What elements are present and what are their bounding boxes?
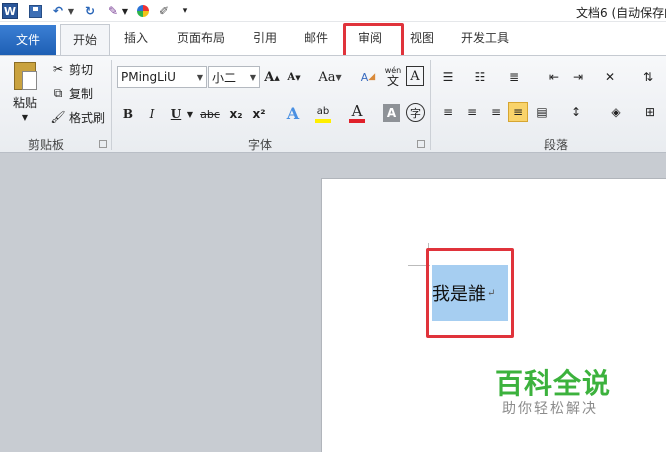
change-case-label: Aa bbox=[318, 69, 336, 85]
clipboard-group-label: 剪贴板 bbox=[27, 138, 64, 152]
phonetic-guide-button[interactable]: wén 文 bbox=[383, 64, 403, 88]
multilevel-list-icon[interactable]: ≣ bbox=[504, 67, 524, 87]
format-painter-button[interactable]: 🖌 格式刷 bbox=[50, 108, 110, 126]
italic-button[interactable]: I bbox=[143, 104, 161, 124]
cut-button[interactable]: ✂ 剪切 bbox=[50, 60, 100, 78]
copy-label: 复制 bbox=[69, 86, 94, 101]
font-size-select[interactable]: 小二 ▼ bbox=[208, 66, 260, 88]
change-case-button[interactable]: Aa ▼ bbox=[318, 68, 342, 86]
numbering-icon[interactable]: ☷ bbox=[470, 67, 490, 87]
tab-page-layout[interactable]: 页面布局 bbox=[168, 22, 234, 55]
copy-icon: ⧉ bbox=[53, 85, 63, 100]
grow-font-label: A bbox=[264, 69, 275, 85]
chevron-down-icon: ▼ bbox=[249, 72, 256, 82]
format-painter-label: 格式刷 bbox=[69, 110, 106, 125]
group-separator bbox=[111, 60, 112, 150]
clipboard-icon bbox=[14, 62, 37, 90]
window-title: 文档6 (自动保存的 bbox=[576, 6, 666, 20]
font-launcher-icon[interactable] bbox=[417, 140, 425, 148]
font-size-value: 小二 bbox=[212, 70, 237, 85]
redo-icon[interactable]: ↻ bbox=[82, 3, 98, 19]
font-group-label: 字体 bbox=[247, 138, 272, 152]
text-effects-button[interactable]: A bbox=[282, 102, 304, 124]
increase-indent-icon[interactable]: ⇥ bbox=[568, 67, 588, 87]
text-highlight-box bbox=[426, 248, 514, 338]
color-wheel-icon[interactable] bbox=[135, 3, 151, 19]
bold-button[interactable]: B bbox=[119, 104, 137, 124]
shading-icon[interactable]: ◈ bbox=[606, 102, 626, 122]
ribbon-tab-bar: 文件 开始 插入 页面布局 引用 邮件 审阅 视图 开发工具 bbox=[0, 22, 666, 56]
clear-formatting-label: A bbox=[360, 70, 369, 84]
strikethrough-button[interactable]: abc bbox=[198, 104, 222, 124]
undo-icon[interactable]: ↶ bbox=[50, 3, 66, 19]
subscript-button[interactable]: x₂ bbox=[226, 104, 246, 124]
clear-formatting-button[interactable]: A ◢ bbox=[358, 66, 378, 88]
word-logo-icon[interactable]: W bbox=[2, 3, 18, 19]
underline-dropdown-icon[interactable]: ▼ bbox=[186, 104, 194, 124]
font-name-select[interactable]: PMingLiU ▼ bbox=[117, 66, 207, 88]
title-bar: W ↶ ▼ ↻ ✎ ▼ ✐ ▾ 文档6 (自动保存的 bbox=[0, 0, 666, 22]
tab-mailings[interactable]: 邮件 bbox=[296, 22, 336, 55]
font-color-button[interactable]: A bbox=[346, 102, 368, 124]
paste-label: 粘贴 bbox=[12, 96, 37, 110]
shrink-font-label: A bbox=[287, 71, 296, 83]
group-separator bbox=[430, 60, 431, 150]
justify-icon[interactable]: ≡ bbox=[508, 102, 528, 122]
paintbrush-icon: 🖌 bbox=[50, 110, 66, 124]
superscript-button[interactable]: x² bbox=[249, 104, 269, 124]
highlight-label: ab bbox=[316, 105, 330, 117]
clipboard-launcher-icon[interactable] bbox=[99, 140, 107, 148]
paste-button[interactable]: 粘贴 ▼ bbox=[6, 58, 44, 126]
paragraph-group-label: 段落 bbox=[543, 138, 568, 152]
paste-dropdown-icon: ▼ bbox=[21, 113, 29, 122]
tab-references[interactable]: 引用 bbox=[245, 22, 285, 55]
enclose-characters-button[interactable]: 字 bbox=[406, 103, 425, 122]
align-left-icon[interactable]: ≡ bbox=[438, 102, 458, 122]
align-right-icon[interactable]: ≡ bbox=[486, 102, 506, 122]
grow-font-button[interactable]: A ▲ bbox=[264, 68, 280, 86]
font-name-value: PMingLiU bbox=[121, 70, 176, 84]
borders-icon[interactable]: ⊞ bbox=[640, 102, 660, 122]
cut-label: 剪切 bbox=[69, 62, 94, 77]
underline-button[interactable]: U bbox=[167, 104, 185, 124]
character-shading-button[interactable]: A bbox=[383, 104, 400, 122]
text-highlight-button[interactable]: ab bbox=[312, 102, 334, 124]
watermark-subtitle: 助你轻松解决 bbox=[502, 401, 598, 417]
tab-insert[interactable]: 插入 bbox=[116, 22, 156, 55]
customize-toolbar-icon[interactable]: ▾ bbox=[180, 3, 190, 19]
tab-view[interactable]: 视图 bbox=[402, 22, 442, 55]
copy-button[interactable]: ⧉ 复制 bbox=[50, 84, 100, 102]
font-color-label: A bbox=[351, 102, 363, 120]
decrease-indent-icon[interactable]: ⇤ bbox=[544, 67, 564, 87]
undo-dropdown-icon[interactable]: ▼ bbox=[66, 3, 76, 19]
save-icon[interactable] bbox=[27, 3, 43, 19]
distributed-icon[interactable]: ▤ bbox=[532, 102, 552, 122]
highlight-color-swatch bbox=[315, 119, 331, 123]
character-border-button[interactable]: A bbox=[406, 66, 424, 86]
tab-file[interactable]: 文件 bbox=[0, 25, 56, 55]
format-dropdown-icon[interactable]: ▼ bbox=[120, 3, 130, 19]
font-color-swatch bbox=[349, 119, 365, 123]
ribbon: 粘贴 ▼ ✂ 剪切 ⧉ 复制 🖌 格式刷 剪贴板 PMingLiU ▼ 小二 ▼… bbox=[0, 55, 666, 153]
eraser-icon: ◢ bbox=[368, 72, 376, 82]
sort-icon[interactable]: ⇅ bbox=[638, 67, 658, 87]
chinese-layout-icon[interactable]: ✕ bbox=[600, 67, 620, 87]
chevron-down-icon: ▼ bbox=[196, 72, 203, 82]
tab-developer[interactable]: 开发工具 bbox=[450, 22, 520, 55]
bullets-icon[interactable]: ☰ bbox=[438, 67, 458, 87]
line-spacing-icon[interactable]: ↕ bbox=[566, 102, 586, 122]
tab-home[interactable]: 开始 bbox=[60, 24, 110, 56]
draw-icon[interactable]: ✐ bbox=[156, 3, 172, 19]
phonetic-bottom-label: 文 bbox=[386, 74, 399, 88]
watermark-title: 百科全说 bbox=[495, 367, 612, 400]
align-center-icon[interactable]: ≡ bbox=[462, 102, 482, 122]
scissors-icon: ✂ bbox=[52, 62, 64, 76]
shrink-font-button[interactable]: A ▼ bbox=[286, 68, 302, 86]
